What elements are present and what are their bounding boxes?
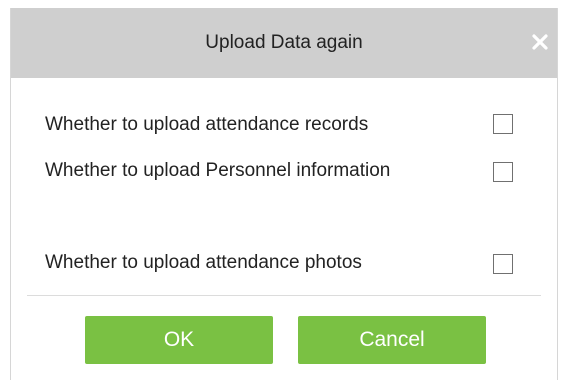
checkbox-attendance-photos[interactable] xyxy=(493,254,513,274)
dialog-title: Upload Data again xyxy=(205,32,363,53)
upload-data-dialog: Upload Data again Whether to upload atte… xyxy=(10,8,558,380)
cancel-button[interactable]: Cancel xyxy=(298,316,486,364)
dialog-title-bar: Upload Data again xyxy=(11,8,557,78)
close-button[interactable] xyxy=(529,31,551,53)
ok-button[interactable]: OK xyxy=(85,316,273,364)
dialog-body: Whether to upload attendance records Whe… xyxy=(11,78,557,380)
close-icon xyxy=(532,34,548,50)
checkbox-attendance-records[interactable] xyxy=(493,114,513,134)
divider xyxy=(27,295,541,296)
option-label-attendance-records: Whether to upload attendance records xyxy=(45,114,369,135)
option-label-attendance-photos: Whether to upload attendance photos xyxy=(45,252,362,273)
option-label-personnel-information: Whether to upload Personnel information xyxy=(45,160,391,181)
checkbox-personnel-information[interactable] xyxy=(493,162,513,182)
